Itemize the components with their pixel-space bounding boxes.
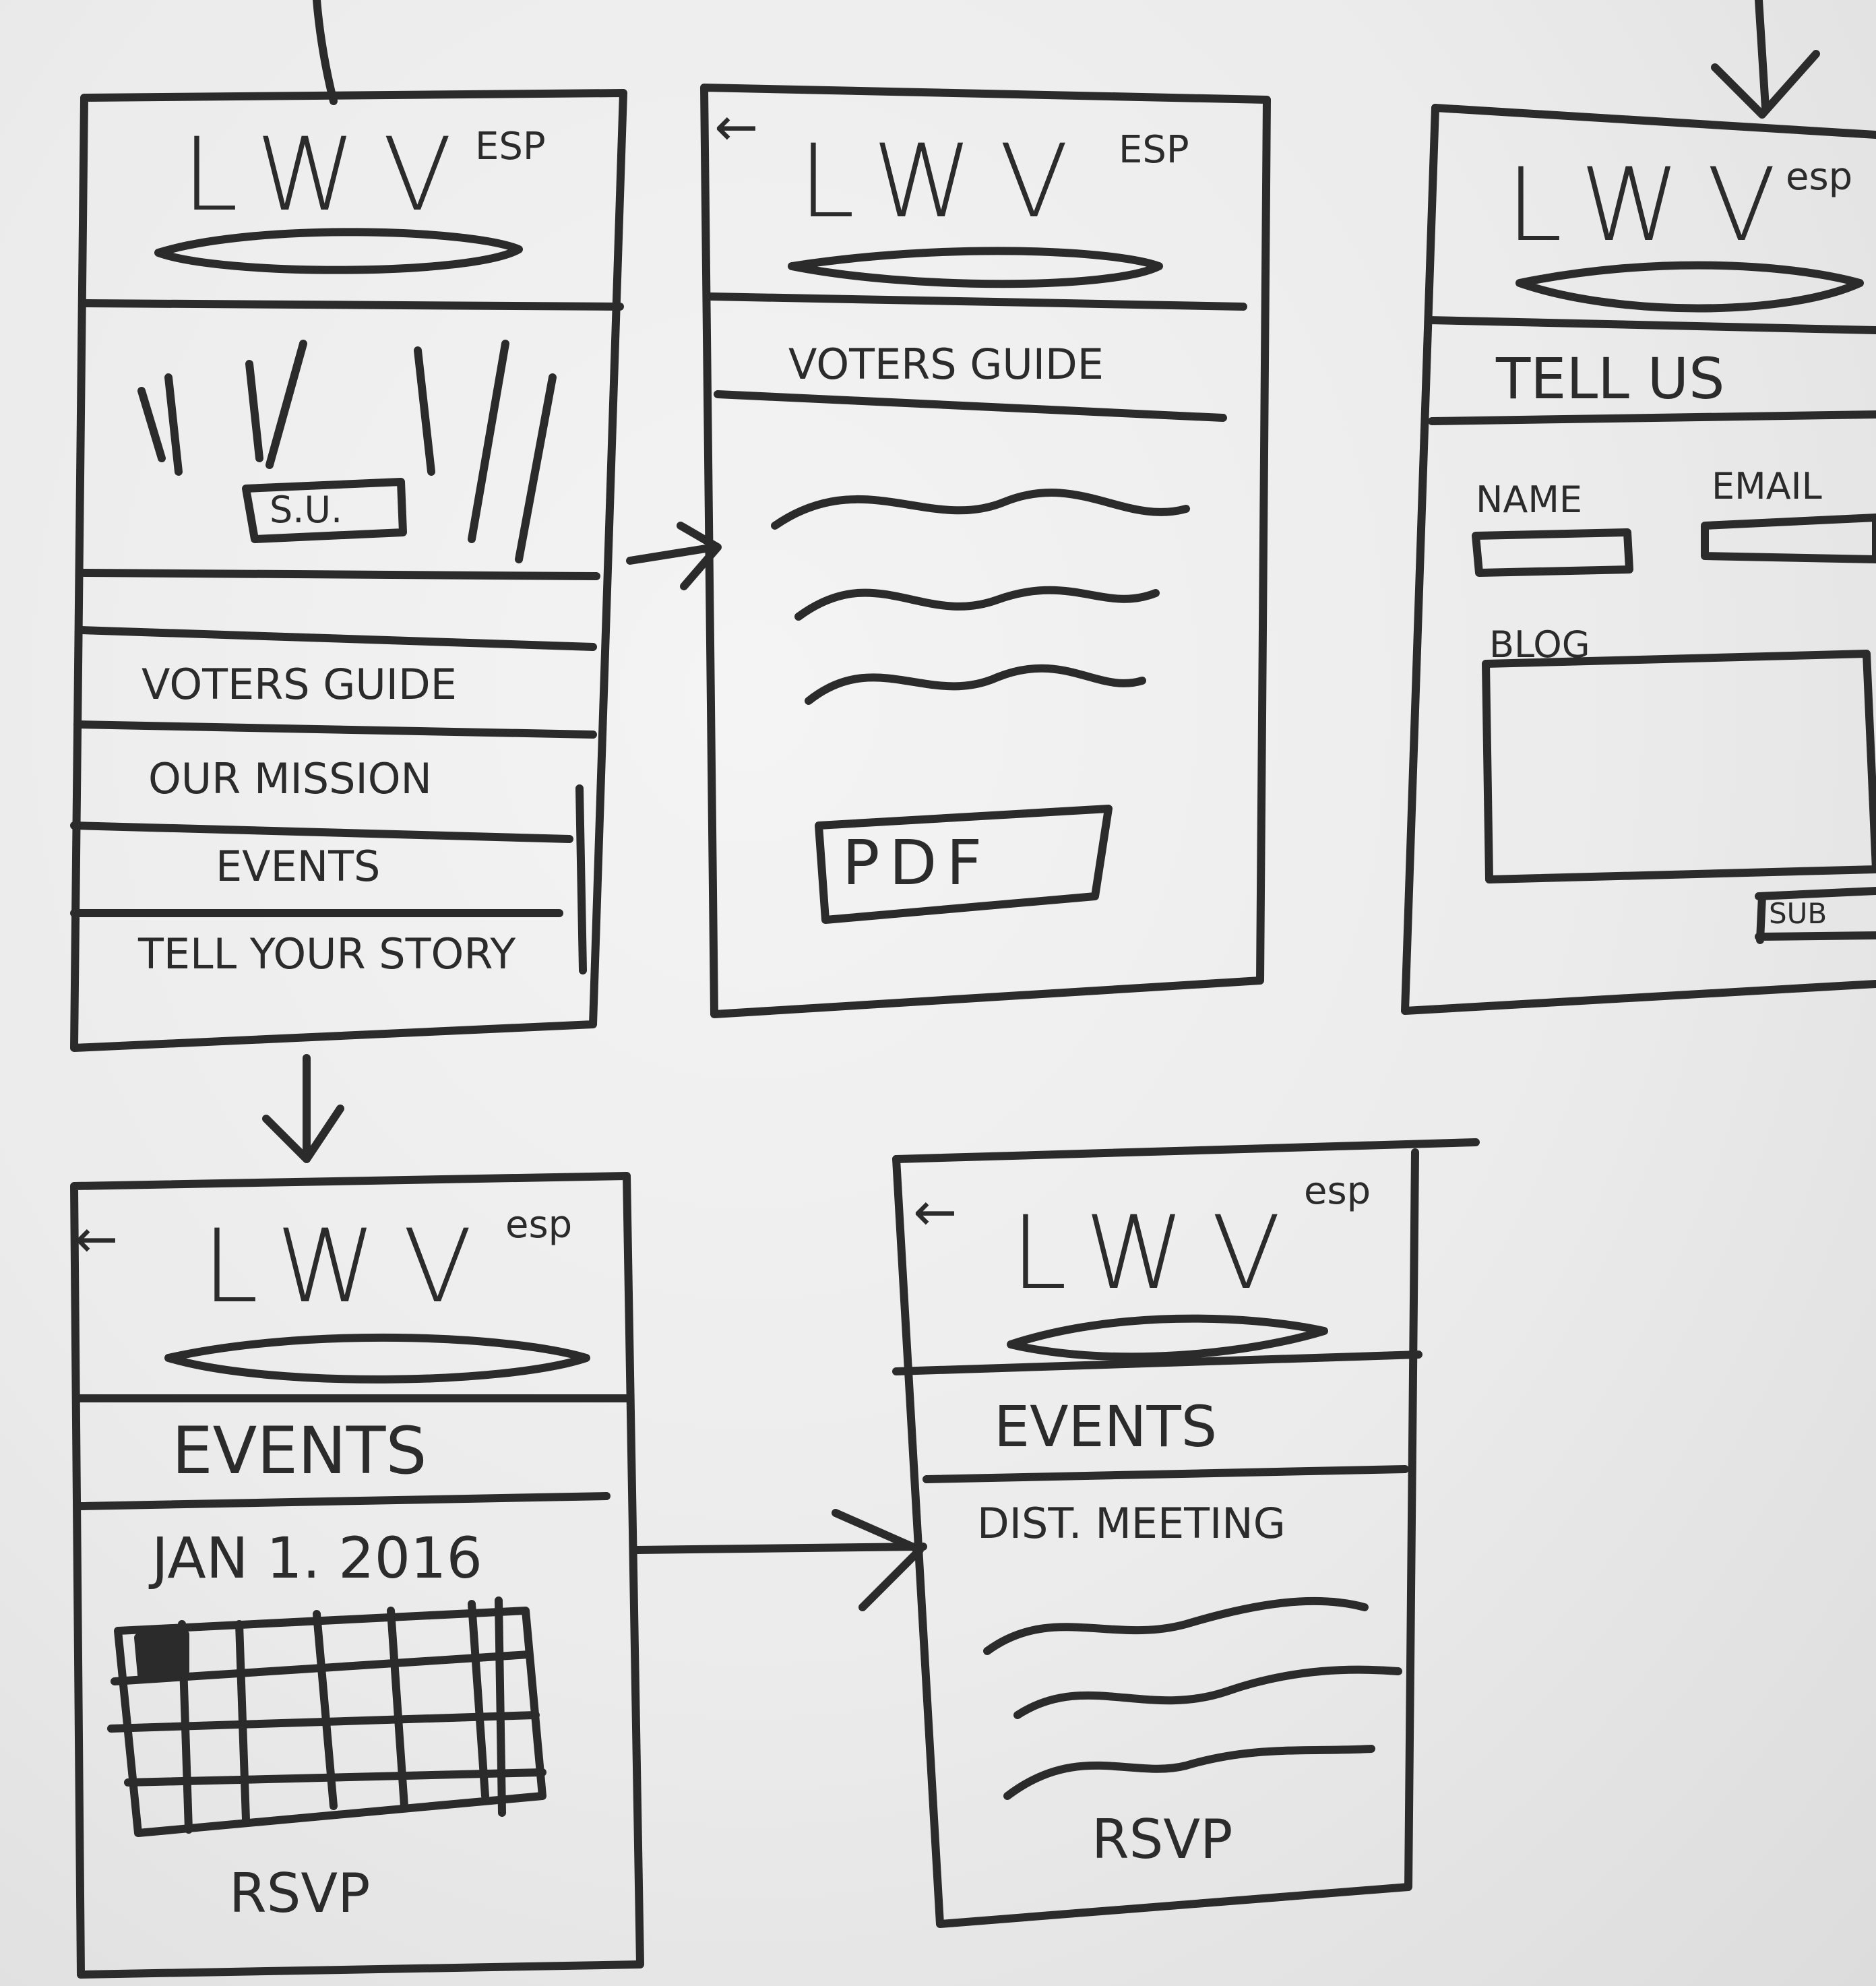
- events-logo[interactable]: LWV: [202, 1216, 499, 1317]
- events-rsvp-button[interactable]: RSVP: [229, 1867, 370, 1921]
- event-detail-back-icon[interactable]: ←: [913, 1186, 957, 1239]
- event-detail-title: EVENTS: [994, 1394, 1218, 1460]
- menu-item-events[interactable]: EVENTS: [216, 846, 380, 888]
- arrow-events-to-detail: [633, 1509, 927, 1611]
- event-detail-rsvp-button[interactable]: RSVP: [1092, 1813, 1232, 1867]
- arrow-home-to-events: [262, 1054, 344, 1163]
- menu-item-tell-your-story[interactable]: TELL YOUR STORY: [138, 933, 515, 975]
- voters-guide-lang-toggle[interactable]: ESP: [1119, 131, 1189, 169]
- voters-guide-title: VOTERS GUIDE: [788, 340, 1104, 389]
- event-name: DIST. MEETING: [977, 1499, 1286, 1548]
- events-date: JAN 1. 2016: [152, 1525, 482, 1591]
- whiteboard-sketch: [70, 0, 1876, 1979]
- events-lang-toggle[interactable]: esp: [505, 1206, 572, 1244]
- event-detail-lang-toggle[interactable]: esp: [1304, 1173, 1371, 1210]
- arrow-into-home: [313, 0, 338, 105]
- event-detail-logo[interactable]: LWV: [1011, 1203, 1308, 1304]
- menu-item-voters-guide[interactable]: VOTERS GUIDE: [142, 664, 457, 706]
- events-back-icon[interactable]: ←: [74, 1213, 118, 1266]
- pdf-download-button[interactable]: PDF: [842, 832, 991, 894]
- arrow-into-tell-us: [1711, 0, 1820, 119]
- tell-us-lang-toggle[interactable]: esp: [1786, 158, 1852, 196]
- home-logo[interactable]: LWV: [182, 125, 479, 226]
- name-label: NAME: [1476, 478, 1583, 521]
- email-label: EMAIL: [1712, 465, 1822, 507]
- home-signup-button[interactable]: S.U.: [270, 492, 342, 528]
- submit-button[interactable]: SUB: [1769, 900, 1827, 928]
- tell-us-logo[interactable]: LWV: [1506, 155, 1803, 256]
- tell-us-title: TELL US: [1496, 346, 1725, 412]
- events-title: EVENTS: [172, 1413, 427, 1489]
- arrow-home-to-voters-guide: [626, 522, 722, 590]
- blog-label: BLOG: [1489, 623, 1590, 666]
- home-lang-toggle[interactable]: ESP: [475, 128, 546, 166]
- menu-item-our-mission[interactable]: OUR MISSION: [148, 758, 432, 800]
- home-screen-frame: [70, 89, 627, 1052]
- voters-guide-back-icon[interactable]: ←: [714, 101, 758, 154]
- voters-guide-logo[interactable]: LWV: [799, 131, 1096, 232]
